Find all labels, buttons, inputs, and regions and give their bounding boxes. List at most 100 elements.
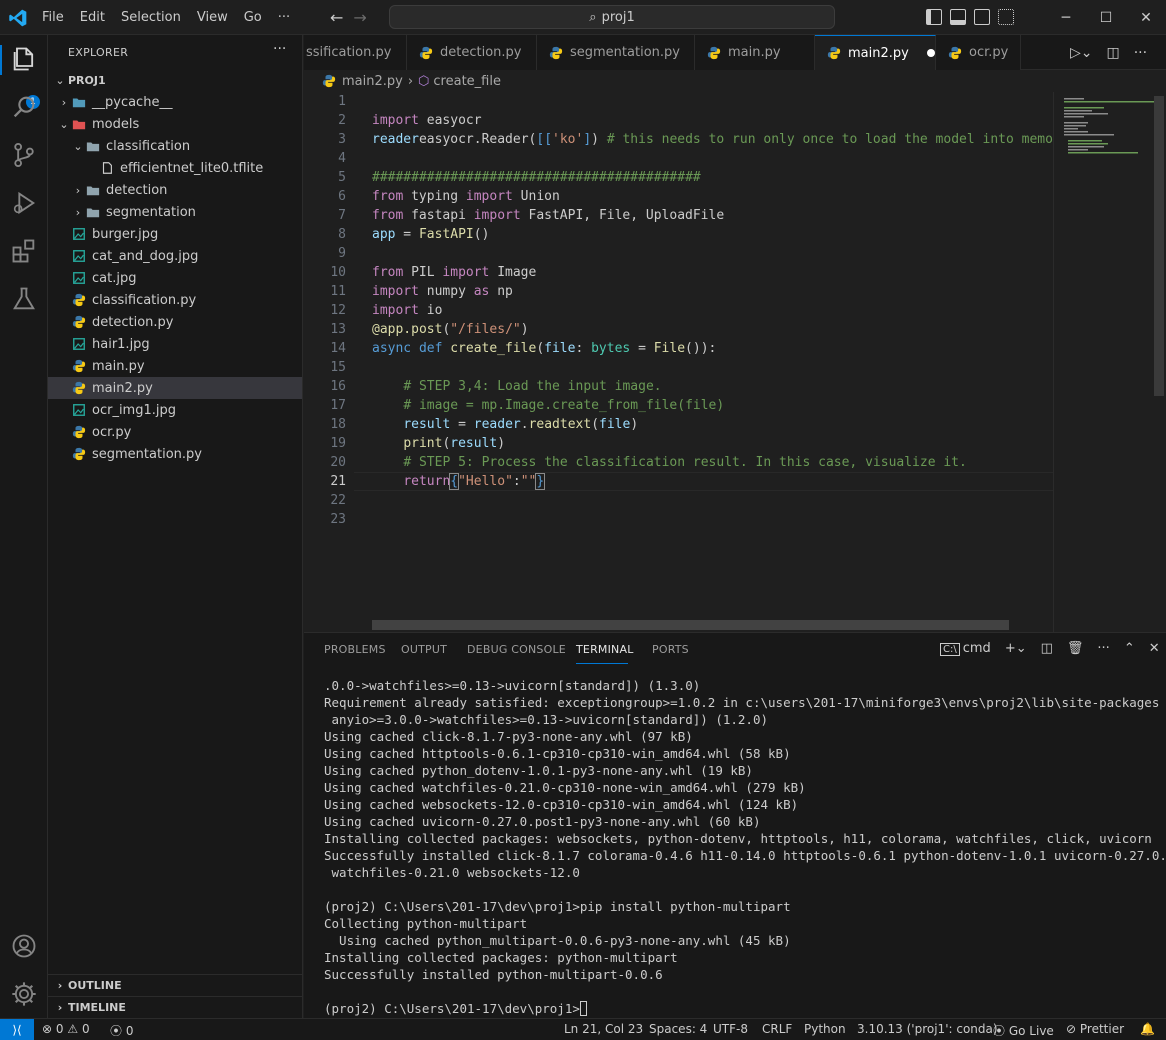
tree-item[interactable]: main.py: [48, 355, 302, 377]
toggle-primary-sidebar-icon[interactable]: [926, 9, 942, 25]
breadcrumb-file[interactable]: main2.py: [342, 74, 403, 89]
code-line[interactable]: # image = mp.Image.create_from_file(file…: [372, 396, 724, 415]
tab-problems[interactable]: PROBLEMS: [324, 643, 386, 656]
back-arrow-icon[interactable]: ←: [330, 8, 343, 27]
tab-main-py[interactable]: main.py: [695, 35, 815, 70]
maximize-button[interactable]: ☐: [1086, 0, 1126, 35]
code-line[interactable]: result = reader.readtext(file): [372, 415, 638, 434]
code-line[interactable]: from PIL import Image: [372, 263, 536, 282]
go-live-button[interactable]: ⦿ Go Live: [993, 1022, 1054, 1039]
tab-ssification-py[interactable]: ssification.py: [304, 35, 407, 70]
indentation[interactable]: Spaces: 4: [649, 1022, 707, 1036]
tab-terminal[interactable]: TERMINAL: [576, 643, 634, 656]
editor-vertical-scrollbar[interactable]: [1154, 96, 1164, 396]
code-line[interactable]: async def create_file(file: bytes = File()…: [372, 339, 716, 358]
tree-item[interactable]: hair1.jpg: [48, 333, 302, 355]
ports-status[interactable]: ⦿ 0: [110, 1022, 133, 1039]
encoding[interactable]: UTF-8: [713, 1022, 748, 1036]
tree-item[interactable]: ⌄ classification: [48, 135, 302, 157]
new-terminal-plus-icon[interactable]: +⌄: [1005, 641, 1027, 656]
close-window-button[interactable]: ✕: [1126, 0, 1166, 35]
search-icon[interactable]: [10, 93, 38, 121]
kill-terminal-trash-icon[interactable]: 🗑: [1067, 641, 1084, 656]
tree-item[interactable]: cat_and_dog.jpg: [48, 245, 302, 267]
tree-item[interactable]: efficientnet_lite0.tflite: [48, 157, 302, 179]
manage-gear-icon[interactable]: [10, 980, 38, 1008]
toggle-panel-icon[interactable]: [950, 9, 966, 25]
tree-item[interactable]: detection.py: [48, 311, 302, 333]
code-line[interactable]: import numpy as np: [372, 282, 513, 301]
code-line[interactable]: ########################################…: [372, 168, 701, 187]
tab-ocr-py[interactable]: ocr.py: [936, 35, 1021, 70]
minimize-button[interactable]: ─: [1046, 0, 1086, 35]
cursor-position[interactable]: Ln 21, Col 23: [564, 1022, 643, 1036]
run-python-file-icon[interactable]: ▷⌄: [1070, 45, 1093, 61]
customize-layout-icon[interactable]: [998, 9, 1014, 25]
editor-horizontal-scrollbar[interactable]: [372, 620, 1009, 630]
end-of-line[interactable]: CRLF: [762, 1022, 792, 1036]
testing-flask-icon[interactable]: [10, 285, 38, 313]
code-line[interactable]: import easyocr: [372, 111, 482, 130]
terminal-output[interactable]: .0.0->watchfiles>=0.13->uvicorn[standard…: [324, 677, 1166, 1017]
breadcrumb-symbol[interactable]: create_file: [433, 74, 501, 89]
menu-file[interactable]: File: [34, 10, 72, 25]
tree-item[interactable]: cat.jpg: [48, 267, 302, 289]
tree-item[interactable]: main2.py: [48, 377, 302, 399]
close-panel-icon[interactable]: ✕: [1149, 641, 1160, 656]
timeline-section[interactable]: › TIMELINE: [48, 996, 302, 1018]
forward-arrow-icon[interactable]: →: [353, 8, 366, 27]
code-line[interactable]: print(result): [372, 434, 505, 453]
remote-indicator-icon[interactable]: ⟩⟨: [0, 1019, 34, 1040]
more-actions-icon[interactable]: ···: [1134, 45, 1147, 61]
code-line[interactable]: # STEP 3,4: Load the input image.: [372, 377, 661, 396]
problems-status[interactable]: ⊗ 0 ⚠ 0: [42, 1022, 90, 1036]
terminal-selector[interactable]: C:\ cmd: [940, 641, 991, 656]
outline-section[interactable]: › OUTLINE: [48, 974, 302, 996]
menu-edit[interactable]: Edit: [72, 10, 113, 25]
code-editor[interactable]: 1 2 import easyocr 3 readereasyocr.Reader([['…: [304, 92, 1166, 632]
extensions-icon[interactable]: [10, 237, 38, 265]
language-mode[interactable]: Python: [804, 1022, 846, 1036]
explorer-more-actions[interactable]: ···: [273, 41, 286, 57]
panel-more-icon[interactable]: ···: [1097, 641, 1109, 656]
code-line[interactable]: return{"Hello":""}: [372, 472, 546, 491]
tree-item[interactable]: segmentation.py: [48, 443, 302, 465]
menu-more[interactable]: ···: [270, 10, 298, 25]
tab-output[interactable]: OUTPUT: [401, 643, 447, 656]
menu-selection[interactable]: Selection: [113, 10, 189, 25]
tree-item[interactable]: ⌄ models: [48, 113, 302, 135]
code-line[interactable]: import io: [372, 301, 442, 320]
toggle-secondary-sidebar-icon[interactable]: [974, 9, 990, 25]
maximize-panel-chevron-up-icon[interactable]: ⌃: [1124, 641, 1135, 656]
accounts-icon[interactable]: [10, 932, 38, 960]
tab-detection-py[interactable]: detection.py: [407, 35, 537, 70]
tab-main2-py[interactable]: main2.py: [815, 35, 936, 70]
menu-view[interactable]: View: [189, 10, 236, 25]
tree-item[interactable]: burger.jpg: [48, 223, 302, 245]
tree-item[interactable]: ocr.py: [48, 421, 302, 443]
tab-ports[interactable]: PORTS: [652, 643, 689, 656]
code-line[interactable]: readereasyocr.Reader([['ko']) # this nee…: [372, 130, 1053, 149]
source-control-icon[interactable]: [10, 141, 38, 169]
run-debug-icon[interactable]: [10, 189, 38, 217]
minimap[interactable]: [1053, 92, 1166, 632]
tree-item[interactable]: › __pycache__: [48, 91, 302, 113]
code-line[interactable]: from typing import Union: [372, 187, 560, 206]
split-terminal-icon[interactable]: ◫: [1041, 641, 1053, 656]
command-center[interactable]: ⌕ proj1: [389, 5, 835, 29]
tab-debug-console[interactable]: DEBUG CONSOLE: [467, 643, 566, 656]
tree-item[interactable]: › segmentation: [48, 201, 302, 223]
menu-go[interactable]: Go: [236, 10, 270, 25]
tab-segmentation-py[interactable]: segmentation.py: [537, 35, 695, 70]
code-line[interactable]: @app.post("/files/"): [372, 320, 529, 339]
code-line[interactable]: app = FastAPI(): [372, 225, 489, 244]
tree-item[interactable]: › detection: [48, 179, 302, 201]
notifications-bell-icon[interactable]: 🔔: [1140, 1022, 1155, 1036]
explorer-icon[interactable]: [10, 45, 38, 73]
python-interpreter[interactable]: 3.10.13 ('proj1': conda): [857, 1022, 998, 1036]
split-editor-icon[interactable]: ◫: [1107, 45, 1120, 61]
prettier-status[interactable]: ⊘ Prettier: [1066, 1022, 1124, 1036]
code-line[interactable]: from fastapi import FastAPI, File, UploadF…: [372, 206, 724, 225]
tree-item[interactable]: classification.py: [48, 289, 302, 311]
code-line[interactable]: # STEP 5: Process the classification res…: [372, 453, 967, 472]
